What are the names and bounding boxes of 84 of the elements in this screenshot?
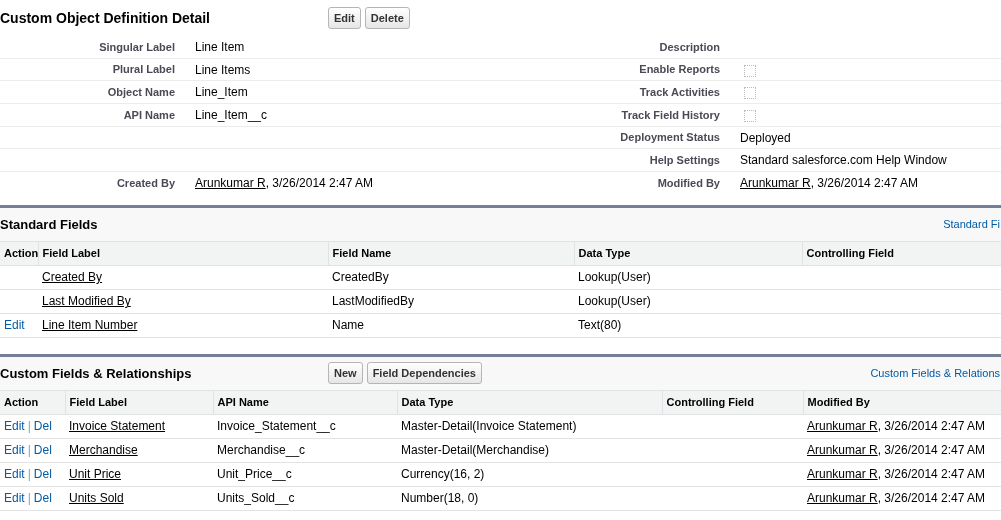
user-link[interactable]: Arunkumar R bbox=[807, 441, 878, 460]
field-label: Object Name bbox=[107, 84, 175, 100]
date-text: , 3/26/2014 2:47 AM bbox=[877, 490, 986, 508]
field-name: Name bbox=[332, 318, 364, 333]
user-link[interactable]: Arunkumar R bbox=[195, 174, 266, 193]
field-name: CreatedBy bbox=[332, 270, 389, 285]
action-button[interactable]: Field Dependencies bbox=[366, 362, 482, 385]
data-type: Text(80) bbox=[578, 318, 622, 333]
field-label: Created By bbox=[116, 176, 175, 192]
field-label: API Name bbox=[123, 107, 175, 123]
data-type: Master-Detail(Invoice Statement) bbox=[401, 419, 577, 434]
api-name: Merchandise__c bbox=[217, 443, 306, 458]
date-text: , 3/26/2014 2:47 AM bbox=[265, 175, 374, 193]
help-link[interactable]: Standard Fi bbox=[943, 216, 1000, 233]
action-button[interactable]: Delete bbox=[364, 7, 410, 29]
action-link[interactable]: Del bbox=[33, 417, 52, 436]
action-link[interactable]: Edit bbox=[4, 465, 25, 484]
action-link[interactable]: Del bbox=[33, 489, 52, 508]
data-type: Lookup(User) bbox=[578, 270, 651, 285]
data-type: Number(18, 0) bbox=[401, 491, 479, 506]
column-header: Field Label bbox=[69, 396, 127, 409]
action-button[interactable]: Edit bbox=[328, 7, 361, 29]
field-label: Enable Reports bbox=[639, 62, 720, 78]
field-name: LastModifiedBy bbox=[332, 294, 415, 309]
api-name: Units_Sold__c bbox=[217, 491, 295, 506]
user-link[interactable]: Arunkumar R bbox=[740, 174, 811, 193]
column-header: Controlling Field bbox=[666, 396, 754, 409]
action-button[interactable]: New bbox=[328, 362, 363, 385]
column-header: API Name bbox=[217, 396, 269, 409]
separator-text: | bbox=[26, 442, 32, 460]
data-type: Master-Detail(Merchandise) bbox=[401, 443, 550, 458]
help-link[interactable]: Custom Fields & Relations bbox=[870, 365, 1000, 382]
data-type: Lookup(User) bbox=[578, 294, 651, 309]
field-label: Singular Label bbox=[99, 39, 175, 55]
field-label-link[interactable]: Created By bbox=[42, 270, 103, 285]
field-value: Line Items bbox=[195, 61, 251, 79]
api-name: Unit_Price__c bbox=[217, 467, 292, 482]
field-label: Description bbox=[659, 39, 720, 55]
separator-text: | bbox=[26, 466, 32, 484]
user-link[interactable]: Arunkumar R bbox=[807, 465, 878, 484]
field-label-link[interactable]: Line Item Number bbox=[42, 318, 138, 333]
field-value: Line Item bbox=[195, 38, 245, 56]
page-title: Custom Object Definition Detail bbox=[0, 8, 211, 28]
action-link[interactable]: Edit bbox=[4, 489, 25, 508]
user-link[interactable]: Arunkumar R bbox=[807, 489, 878, 508]
field-label-link[interactable]: Last Modified By bbox=[42, 294, 131, 309]
field-label: Help Settings bbox=[649, 153, 720, 169]
action-link[interactable]: Edit bbox=[4, 417, 25, 436]
api-name: Invoice_Statement__c bbox=[217, 419, 336, 434]
user-link[interactable]: Arunkumar R bbox=[807, 417, 878, 436]
action-link[interactable]: Edit bbox=[4, 316, 25, 335]
field-label-link[interactable]: Merchandise bbox=[69, 443, 138, 458]
column-header: Data Type bbox=[401, 396, 454, 409]
column-header: Modified By bbox=[807, 396, 870, 409]
field-value: Line_Item bbox=[195, 84, 248, 102]
field-label: Deployment Status bbox=[620, 130, 720, 146]
field-label: Track Field History bbox=[621, 107, 720, 123]
action-link[interactable]: Del bbox=[33, 465, 52, 484]
field-label: Plural Label bbox=[112, 62, 175, 78]
field-label-link[interactable]: Invoice Statement bbox=[69, 419, 166, 434]
column-header: Data Type bbox=[578, 247, 631, 260]
field-label: Modified By bbox=[657, 176, 720, 192]
separator-text: | bbox=[26, 418, 32, 436]
field-value: Line_Item__c bbox=[195, 106, 268, 124]
column-header: Controlling Field bbox=[806, 247, 894, 260]
column-header: Field Name bbox=[332, 247, 392, 260]
field-value: Deployed bbox=[740, 129, 791, 147]
field-label-link[interactable]: Unit Price bbox=[69, 467, 121, 482]
field-label-link[interactable]: Units Sold bbox=[69, 491, 124, 506]
field-value: Standard salesforce.com Help Window bbox=[740, 152, 947, 170]
field-label: Track Activities bbox=[639, 84, 720, 100]
action-link[interactable]: Edit bbox=[4, 441, 25, 460]
column-header: Action bbox=[4, 396, 39, 409]
data-type: Currency(16, 2) bbox=[401, 467, 485, 482]
action-link[interactable]: Del bbox=[33, 441, 52, 460]
date-text: , 3/26/2014 2:47 AM bbox=[810, 175, 919, 193]
column-header: Action bbox=[4, 247, 39, 260]
separator-text: | bbox=[26, 490, 32, 508]
date-text: , 3/26/2014 2:47 AM bbox=[877, 466, 986, 484]
date-text: , 3/26/2014 2:47 AM bbox=[877, 418, 986, 436]
section-title: Custom Fields & Relationships bbox=[0, 364, 193, 383]
column-header: Field Label bbox=[42, 247, 100, 260]
date-text: , 3/26/2014 2:47 AM bbox=[877, 442, 986, 460]
section-title: Standard Fields bbox=[0, 215, 99, 234]
